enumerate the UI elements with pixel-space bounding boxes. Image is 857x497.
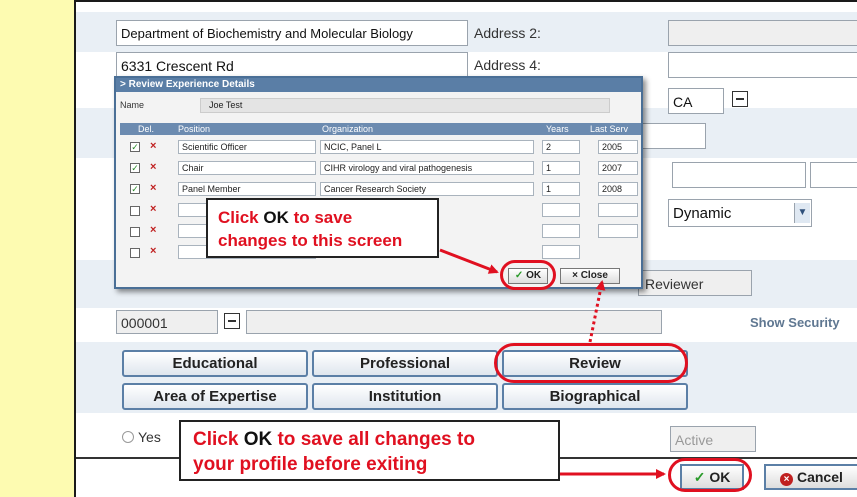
review-to-close-arrow (588, 280, 606, 343)
annotation-arrows (439, 248, 666, 479)
dialog-ok-arrow (439, 248, 499, 274)
